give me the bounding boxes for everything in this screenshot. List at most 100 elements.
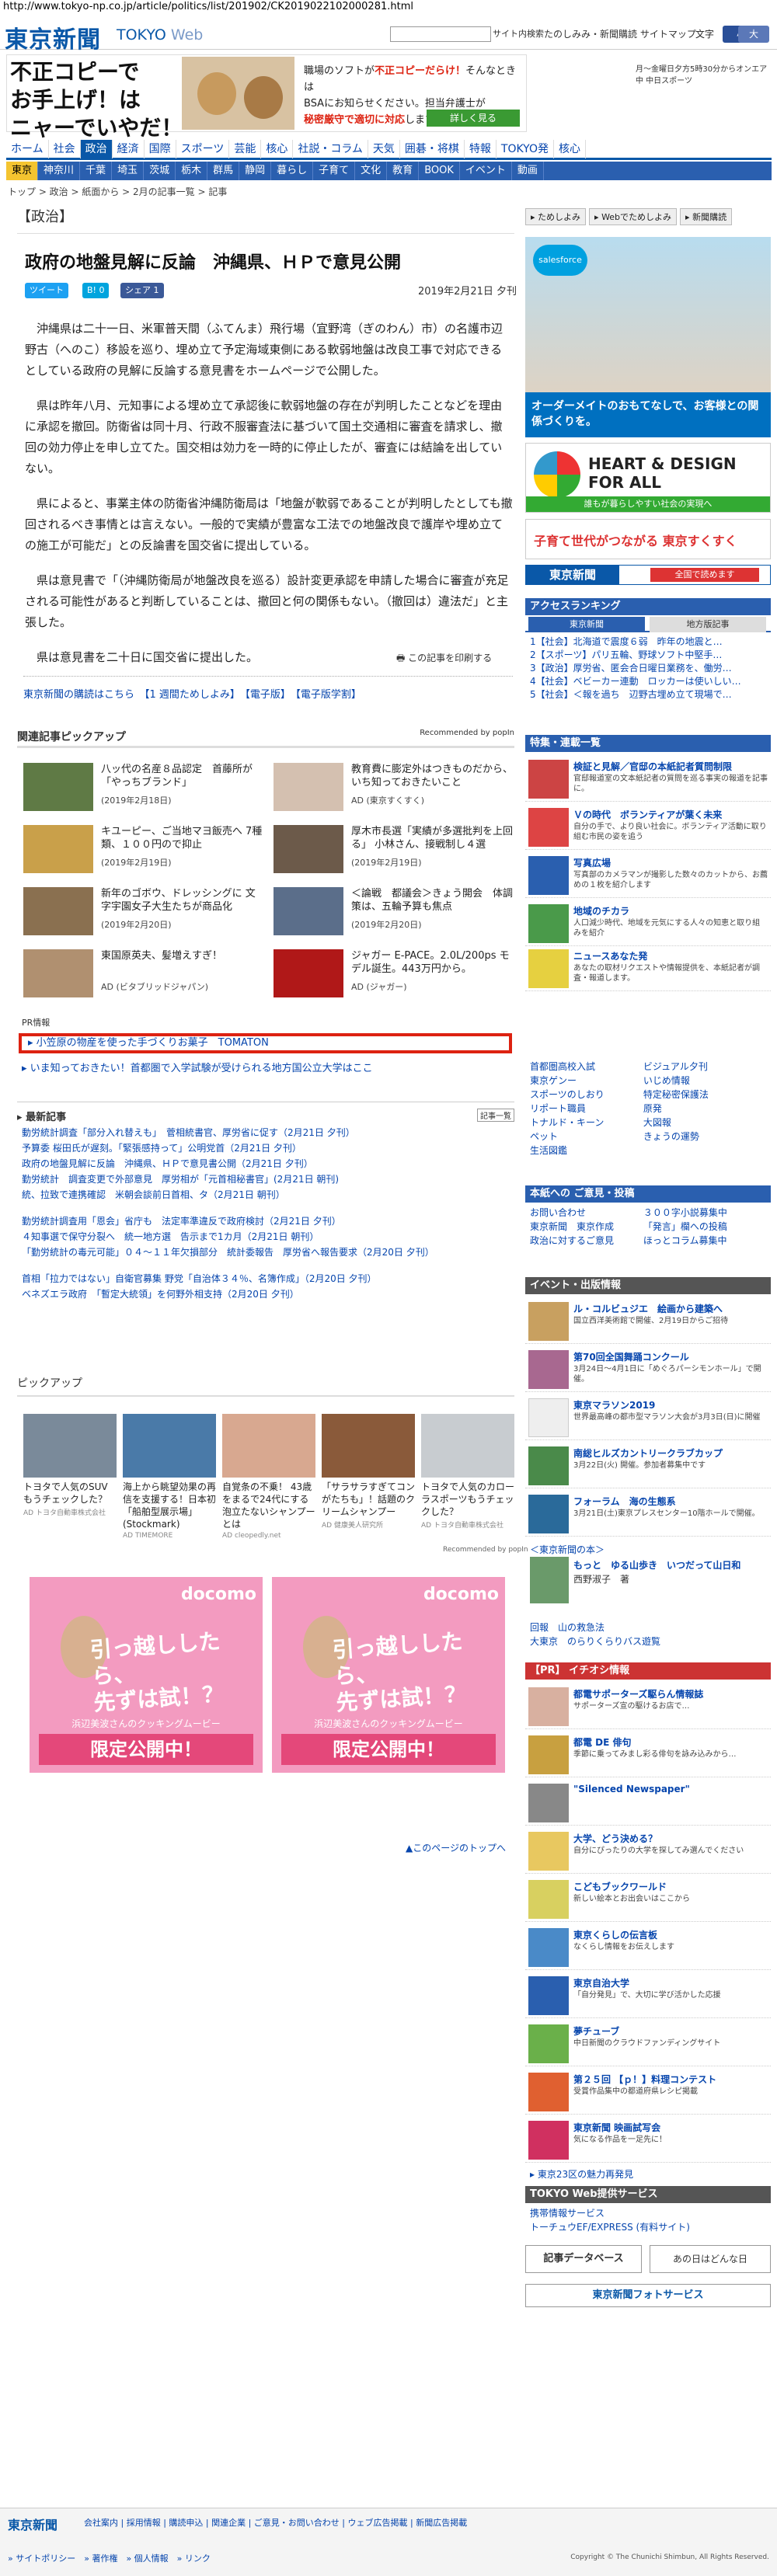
docomo-ad[interactable]: docomo 引っ越ししたら、 先ずは試！？ 浜辺美波さんのクッキングムービー 限定公開… — [272, 1577, 505, 1773]
nav-home[interactable]: ホーム — [6, 140, 49, 158]
latest-item[interactable]: 首相「拉力ではない」自衛官募集 野党「自治体３４％、名簿作成」（2月20日 夕刊… — [22, 1271, 511, 1286]
latest-item[interactable]: 「勤労統計の毒元可能」０４〜１１年欠損部分 統計委報告 厚労省へ報告要求（2月2… — [22, 1244, 511, 1260]
nav-go-shogi[interactable]: 囲碁・将棋 — [400, 140, 465, 158]
font-big-button[interactable]: 大 — [738, 26, 769, 43]
sidebar-link[interactable]: きょうの運勢 — [643, 1130, 757, 1144]
related-item[interactable]: 教育費に膨定外はつきものだから、いち知っておきたいこと AD (東京すくすく) — [274, 763, 514, 813]
subnav-tochigi[interactable]: 栃木 — [176, 162, 208, 180]
pickup-item[interactable]: トヨタで人気のカローラスポーツもうチェックした？ AD トヨタ自動車株式会社 — [421, 1414, 514, 1530]
sidebar-link[interactable]: 特定秘密保護法 — [643, 1088, 757, 1102]
event-item[interactable]: 東京マラソン2019 世界最高峰の都市型マラソン大会が3月3日(日)に開催 — [525, 1395, 771, 1440]
sidebar-link[interactable]: 東京ゲンー — [530, 1074, 643, 1088]
footer-sub-links[interactable]: » サイトポリシー » 著作権 » 個人情報 » リンク — [8, 2552, 211, 2564]
latest-item[interactable]: 動労統計調査「部分入れ替えも」 菅相統書官、厚労省に促す（2月21日 夕刊） — [22, 1125, 511, 1140]
subnav-kanagawa[interactable]: 神奈川 — [38, 162, 81, 180]
heart-design-ad[interactable]: HEART & DESIGN FOR ALL 誰もが暮らしやすい社会の実現へ — [525, 443, 771, 513]
special-item[interactable]: 検証と見解／官邸の本紙記者質問制限 官邸報道室の文本紙記者の質問を巡る事実の報道を… — [525, 757, 771, 802]
subnav-chiba[interactable]: 千葉 — [80, 162, 113, 180]
web-service-link[interactable]: トーチュウEF/EXPRESS (有料サイト) — [530, 2220, 766, 2234]
docomo-ad[interactable]: docomo 引っ越ししたら、 先ずは試！？ 浜辺美波さんのクッキングムービー 限定公開… — [30, 1577, 263, 1773]
event-item[interactable]: 第70回全国舞踊コンクール 3月24日〜4月1日に「めぐろパーシモンホール」で開催… — [525, 1347, 771, 1392]
book-link[interactable]: ＜東京新聞の本＞ — [530, 1543, 605, 1556]
related-item[interactable]: ＜論戦 都議会＞きょう開会 体調策は、五輪予算も焦点 (2019年2月20日) — [274, 887, 514, 937]
subnav-living[interactable]: 暮らし — [271, 162, 314, 180]
header-links[interactable]: たのしみみ・新聞購読 サイトマップ — [544, 26, 696, 42]
top-ad-banner[interactable]: 不正コピーで お手上げ！は ニャーでいやだ！ 職場のソフトが不正コピーだらけ！そんな… — [6, 54, 527, 141]
subscribe-button[interactable]: ▸ 新聞購読 — [680, 208, 733, 225]
latest-item[interactable]: 政府の地盤見解に反論 沖縄県、ＨＰで意見書公開（2月21日 夕刊） — [22, 1156, 511, 1171]
ranking-item[interactable]: 3【政治】厚労省、匿会合日曜日業務を、働労… — [530, 662, 766, 675]
event-item[interactable]: ル・コルビュジエ 絵画から建築へ 国立西洋美術館で開催、2月19日からご招待 — [525, 1299, 771, 1344]
print-link[interactable]: 🖶 この記事を印刷する — [396, 651, 492, 667]
feedback-link[interactable]: ほっとコラム募集中 — [643, 1234, 757, 1248]
pickup-item[interactable]: 自覚条の不乗！ 43歳をまるで24代にする泡立たないシャンプーとは AD cleo… — [222, 1414, 315, 1540]
special-item[interactable]: ニュースあなた発 あなたの取材リクエストや情報提供を、本紙記者が調査・報道します。 — [525, 946, 771, 991]
misc-link[interactable]: 回報 山の救急法 — [530, 1620, 771, 1634]
footer-links[interactable]: 会社案内 | 採用情報 | 購読申込 | 関連企業 | ご意見・お問い合わせ |… — [84, 2516, 467, 2529]
pr-side-item[interactable]: "Silenced Newspaper" — [525, 1781, 771, 1826]
pr-side-item[interactable]: 東京新聞 映画試写会 気になる作品を一足先に！ — [525, 2118, 771, 2163]
subnav-shizuoka[interactable]: 静岡 — [239, 162, 272, 180]
nav-kakushin[interactable]: 核心 — [554, 140, 586, 158]
subnav-saitama[interactable]: 埼玉 — [112, 162, 145, 180]
ranking-item[interactable]: 1【社会】北海道で震度６弱 昨年の地震と… — [530, 635, 766, 649]
pr-item[interactable]: ▸ いま知っておきたい！首都圏で入学試験が受けられる地方国公立大学はここ — [22, 1060, 373, 1074]
sidebar-link[interactable]: いじめ情報 — [643, 1074, 757, 1088]
nav-economy[interactable]: 経済 — [113, 140, 145, 158]
anohi-banner[interactable]: あの日はどんな日 — [650, 2245, 771, 2273]
subnav-book[interactable]: BOOK — [419, 162, 460, 180]
pr-side-item[interactable]: 東京くらしの伝言板 なくらし情報をお伝えします — [525, 1925, 771, 1970]
latest-item[interactable]: 統、拉致で連携確認 米朝会談前日首相、タ（2月21日 朝刊） — [22, 1187, 511, 1203]
pickup-item[interactable]: トヨタで人気のSUVもうチェックした？ AD トヨタ自動車株式会社 — [23, 1414, 117, 1517]
pr-side-item[interactable]: 都電 DE 俳句 季節に乗ってみまし彩る俳句を詠み込みから… — [525, 1732, 771, 1777]
pr-side-item[interactable]: こどもブックワールド 新しい絵本とお出会いはここから — [525, 1877, 771, 1922]
subnav-video[interactable]: 動画 — [512, 162, 544, 180]
sidebar-link[interactable]: ビジュアル夕刊 — [643, 1060, 757, 1074]
latest-item[interactable]: 勤労統計調査用「恩会」省庁も 法定率準違反で政府検討（2月21日 夕刊） — [22, 1213, 511, 1229]
sidebar-link[interactable]: スポーツのしおり — [530, 1088, 643, 1102]
pickup-item[interactable]: 「サラサラすぎてコンがたちも」！話題のクリームシャンプー AD 健康美人研究所 — [322, 1414, 415, 1530]
ranking-item[interactable]: 5【社会】＜報を過ち 辺野古埋め立て現場で… — [530, 688, 766, 701]
feedback-link[interactable]: 「発言」欄への投稿 — [643, 1220, 757, 1234]
sidebar-link[interactable]: リポート職員 — [530, 1102, 643, 1116]
nav-editorial[interactable]: 社説・コラム — [293, 140, 368, 158]
web-service-link[interactable]: 携帯情報サービス — [530, 2206, 766, 2220]
pr-side-item[interactable]: 夢チューブ 中日新聞のクラウドファンディングサイト — [525, 2021, 771, 2066]
ranking-item[interactable]: 2【スポーツ】パリ五輪、野球ソフト中堅手… — [530, 649, 766, 662]
sidebar-link[interactable]: 首都圏高校入試 — [530, 1060, 643, 1074]
url-bar[interactable]: http://www.tokyo-np.co.jp/article/politi… — [0, 0, 777, 14]
feedback-link[interactable]: お問い合わせ — [530, 1206, 643, 1220]
latest-item[interactable]: ベネズエラ政府 「暫定大統領」を何野外相支持（2月20日 夕刊） — [22, 1286, 511, 1302]
shimbun-banner[interactable]: 東京新聞 全国で読めます — [525, 565, 771, 585]
latest-item[interactable]: ４知事選で保守分裂へ 統一地方選 告示まで1カ月（2月21日 朝刊） — [22, 1229, 511, 1244]
subnav-ibaraki[interactable]: 茨城 — [144, 162, 176, 180]
pr-side-item[interactable]: 東京自治大学 「自分発見」で、大切に学び活かした応援 — [525, 1973, 771, 2018]
site-search-button[interactable]: サイト内検索 — [493, 26, 544, 42]
article-list-button[interactable]: 記事一覧 — [477, 1109, 514, 1122]
salesforce-ad[interactable]: salesforce オーダーメイトのおもてなしで、お客様との関係づくりを。 — [525, 237, 771, 437]
pickup-item[interactable]: 海上から眺望効果の再信を支援する！日本初「船舶型展示場」(Stockmark) A… — [123, 1414, 216, 1540]
article-database-banner[interactable]: 記事データベース — [525, 2245, 642, 2273]
site-search-input[interactable] — [390, 26, 491, 42]
nav-tokyo[interactable]: TOKYO発 — [497, 140, 554, 158]
feedback-link[interactable]: ３００字小説募集中 — [643, 1206, 757, 1220]
sidebar-link[interactable]: 大図報 — [643, 1116, 757, 1130]
nav-entertainment[interactable]: 芸能 — [229, 140, 262, 158]
special-item[interactable]: 写真広場 写真部のカメラマンが撮影した数々のカットから、お薦めの１枚を紹介します — [525, 853, 771, 898]
sidebar-link[interactable]: 生活図鑑 — [530, 1144, 643, 1157]
subnav-education[interactable]: 教育 — [387, 162, 420, 180]
web-trial-button[interactable]: ▸ Webでためしよみ — [589, 208, 678, 225]
latest-item[interactable]: 予算委 桜田氏が遅刻。「緊張感持って」公明党首（2月21日 夕刊） — [22, 1140, 511, 1156]
ad-detail-button[interactable]: 詳しく見る — [427, 110, 520, 127]
misc-link[interactable]: 大東京 のらりくらりバス遊覧 — [530, 1634, 771, 1648]
related-item[interactable]: 八ッ代の名産８品認定 首藤所が「やっちブランド」 (2019年2月18日) — [23, 763, 264, 813]
sidebar-link[interactable]: 原発 — [643, 1102, 757, 1116]
tab-local[interactable]: 地方版記事 — [650, 617, 766, 632]
related-item[interactable]: ジャガー E-PACE。2.0L/200ps モデル誕生。443万円から。 AD … — [274, 949, 514, 999]
special-item[interactable]: 地域のチカラ 人口減少時代、地域を元気にする人々の知恵と取り組みを紹介 — [525, 901, 771, 946]
trial-button[interactable]: ▸ ためしよみ — [525, 208, 587, 225]
related-item[interactable]: 東国原英夫、髪増えすぎ！ AD (ビタブリッドジャパン) — [23, 949, 264, 999]
related-item[interactable]: キユーピー、ご当地マヨ飯売へ 7種類、１００円ので抑止 (2019年2月19日) — [23, 825, 264, 875]
nav-sports[interactable]: スポーツ — [176, 140, 230, 158]
photo-service-banner[interactable]: 東京新聞フォトサービス — [525, 2284, 771, 2307]
